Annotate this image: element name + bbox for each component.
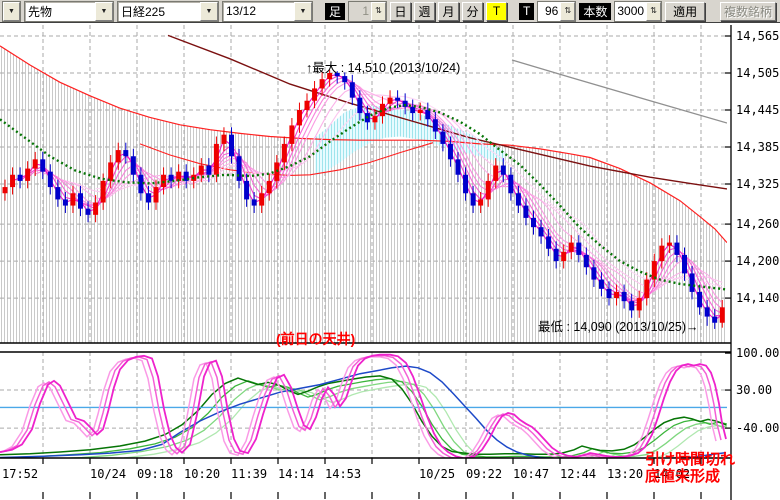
svg-text:14,140: 14,140 xyxy=(736,291,779,305)
svg-text:09:22: 09:22 xyxy=(466,467,502,481)
svg-text:14:14: 14:14 xyxy=(278,467,314,481)
period-day-button[interactable]: 日 xyxy=(390,2,411,21)
svg-text:14,445: 14,445 xyxy=(736,103,779,117)
bar-count-label: 本数 xyxy=(579,3,611,20)
svg-text:-40.00: -40.00 xyxy=(736,421,779,435)
symbol-type-select[interactable]: 先物 ▼ xyxy=(24,1,114,22)
chevron-down-icon[interactable]: ▼ xyxy=(200,2,218,21)
symbol-name-select[interactable]: 日経225 ▼ xyxy=(117,1,219,22)
period-month-button[interactable]: 月 xyxy=(438,2,459,21)
svg-text:14:53: 14:53 xyxy=(325,467,361,481)
bar-interval-spinner: 1 ⇅ xyxy=(348,1,387,22)
tick-count-label: T xyxy=(519,3,534,20)
svg-text:10/25: 10/25 xyxy=(419,467,455,481)
bar-count-spinner[interactable]: 3000 ⇅ xyxy=(614,1,662,22)
closing-note-annotation: 引け時間切れ 底値未形成 xyxy=(645,451,735,485)
svg-text:14,260: 14,260 xyxy=(736,217,779,231)
spinner-icon[interactable]: ⇅ xyxy=(646,2,661,21)
spinner-icon[interactable]: ⇅ xyxy=(560,2,575,21)
period-minute-button[interactable]: 分 xyxy=(462,2,483,21)
svg-text:11:39: 11:39 xyxy=(231,467,267,481)
tick-count-value: 96 xyxy=(538,4,560,18)
prev-day-ceiling-annotation: (前日の天井) xyxy=(276,329,355,349)
max-price-annotation: ↑最大 : 14,510 (2013/10/24) xyxy=(306,57,460,76)
svg-text:17:52: 17:52 xyxy=(2,467,38,481)
contract-month-select[interactable]: 13/12 ▼ xyxy=(222,1,313,22)
svg-text:30.00: 30.00 xyxy=(736,383,772,397)
svg-text:14,505: 14,505 xyxy=(736,66,779,80)
svg-text:12:44: 12:44 xyxy=(560,467,596,481)
svg-text:100.00: 100.00 xyxy=(736,346,779,360)
tick-mode-button[interactable]: T xyxy=(486,2,507,21)
contract-month-value: 13/12 xyxy=(223,4,294,18)
svg-text:14,200: 14,200 xyxy=(736,254,779,268)
mini-dropdown[interactable]: ▼ xyxy=(2,1,21,22)
min-price-annotation: 最低 : 14,090 (2013/10/25)→ xyxy=(538,316,699,335)
spinner-icon: ⇅ xyxy=(371,2,386,21)
tick-count-spinner[interactable]: 96 ⇅ xyxy=(537,1,576,22)
bar-count-value: 3000 xyxy=(615,4,646,18)
toolbar: ▼ 先物 ▼ 日経225 ▼ 13/12 ▼ 足 1 ⇅ 日 週 月 分 T T… xyxy=(0,0,780,23)
chevron-down-icon[interactable]: ▼ xyxy=(294,2,312,21)
symbol-type-value: 先物 xyxy=(25,3,95,20)
bar-interval-value: 1 xyxy=(349,4,371,18)
bar-type-label: 足 xyxy=(325,3,345,20)
period-week-button[interactable]: 週 xyxy=(414,2,435,21)
chart-application-window: ▼ 先物 ▼ 日経225 ▼ 13/12 ▼ 足 1 ⇅ 日 週 月 分 T T… xyxy=(0,0,780,500)
svg-text:14,565: 14,565 xyxy=(736,29,779,43)
svg-text:14,385: 14,385 xyxy=(736,140,779,154)
svg-text:13:20: 13:20 xyxy=(607,467,643,481)
svg-text:09:18: 09:18 xyxy=(137,467,173,481)
svg-text:10:20: 10:20 xyxy=(184,467,220,481)
multi-symbol-button: 複数銘柄 xyxy=(720,2,776,21)
closing-note-line2: 底値未形成 xyxy=(645,468,735,485)
svg-text:10:47: 10:47 xyxy=(513,467,549,481)
svg-text:14,325: 14,325 xyxy=(736,177,779,191)
closing-note-line1: 引け時間切れ xyxy=(645,451,735,468)
symbol-name-value: 日経225 xyxy=(118,3,200,20)
svg-text:10/24: 10/24 xyxy=(90,467,126,481)
apply-button[interactable]: 適用 xyxy=(665,2,705,21)
chevron-down-icon[interactable]: ▼ xyxy=(95,2,113,21)
chevron-down-icon[interactable]: ▼ xyxy=(3,2,20,21)
